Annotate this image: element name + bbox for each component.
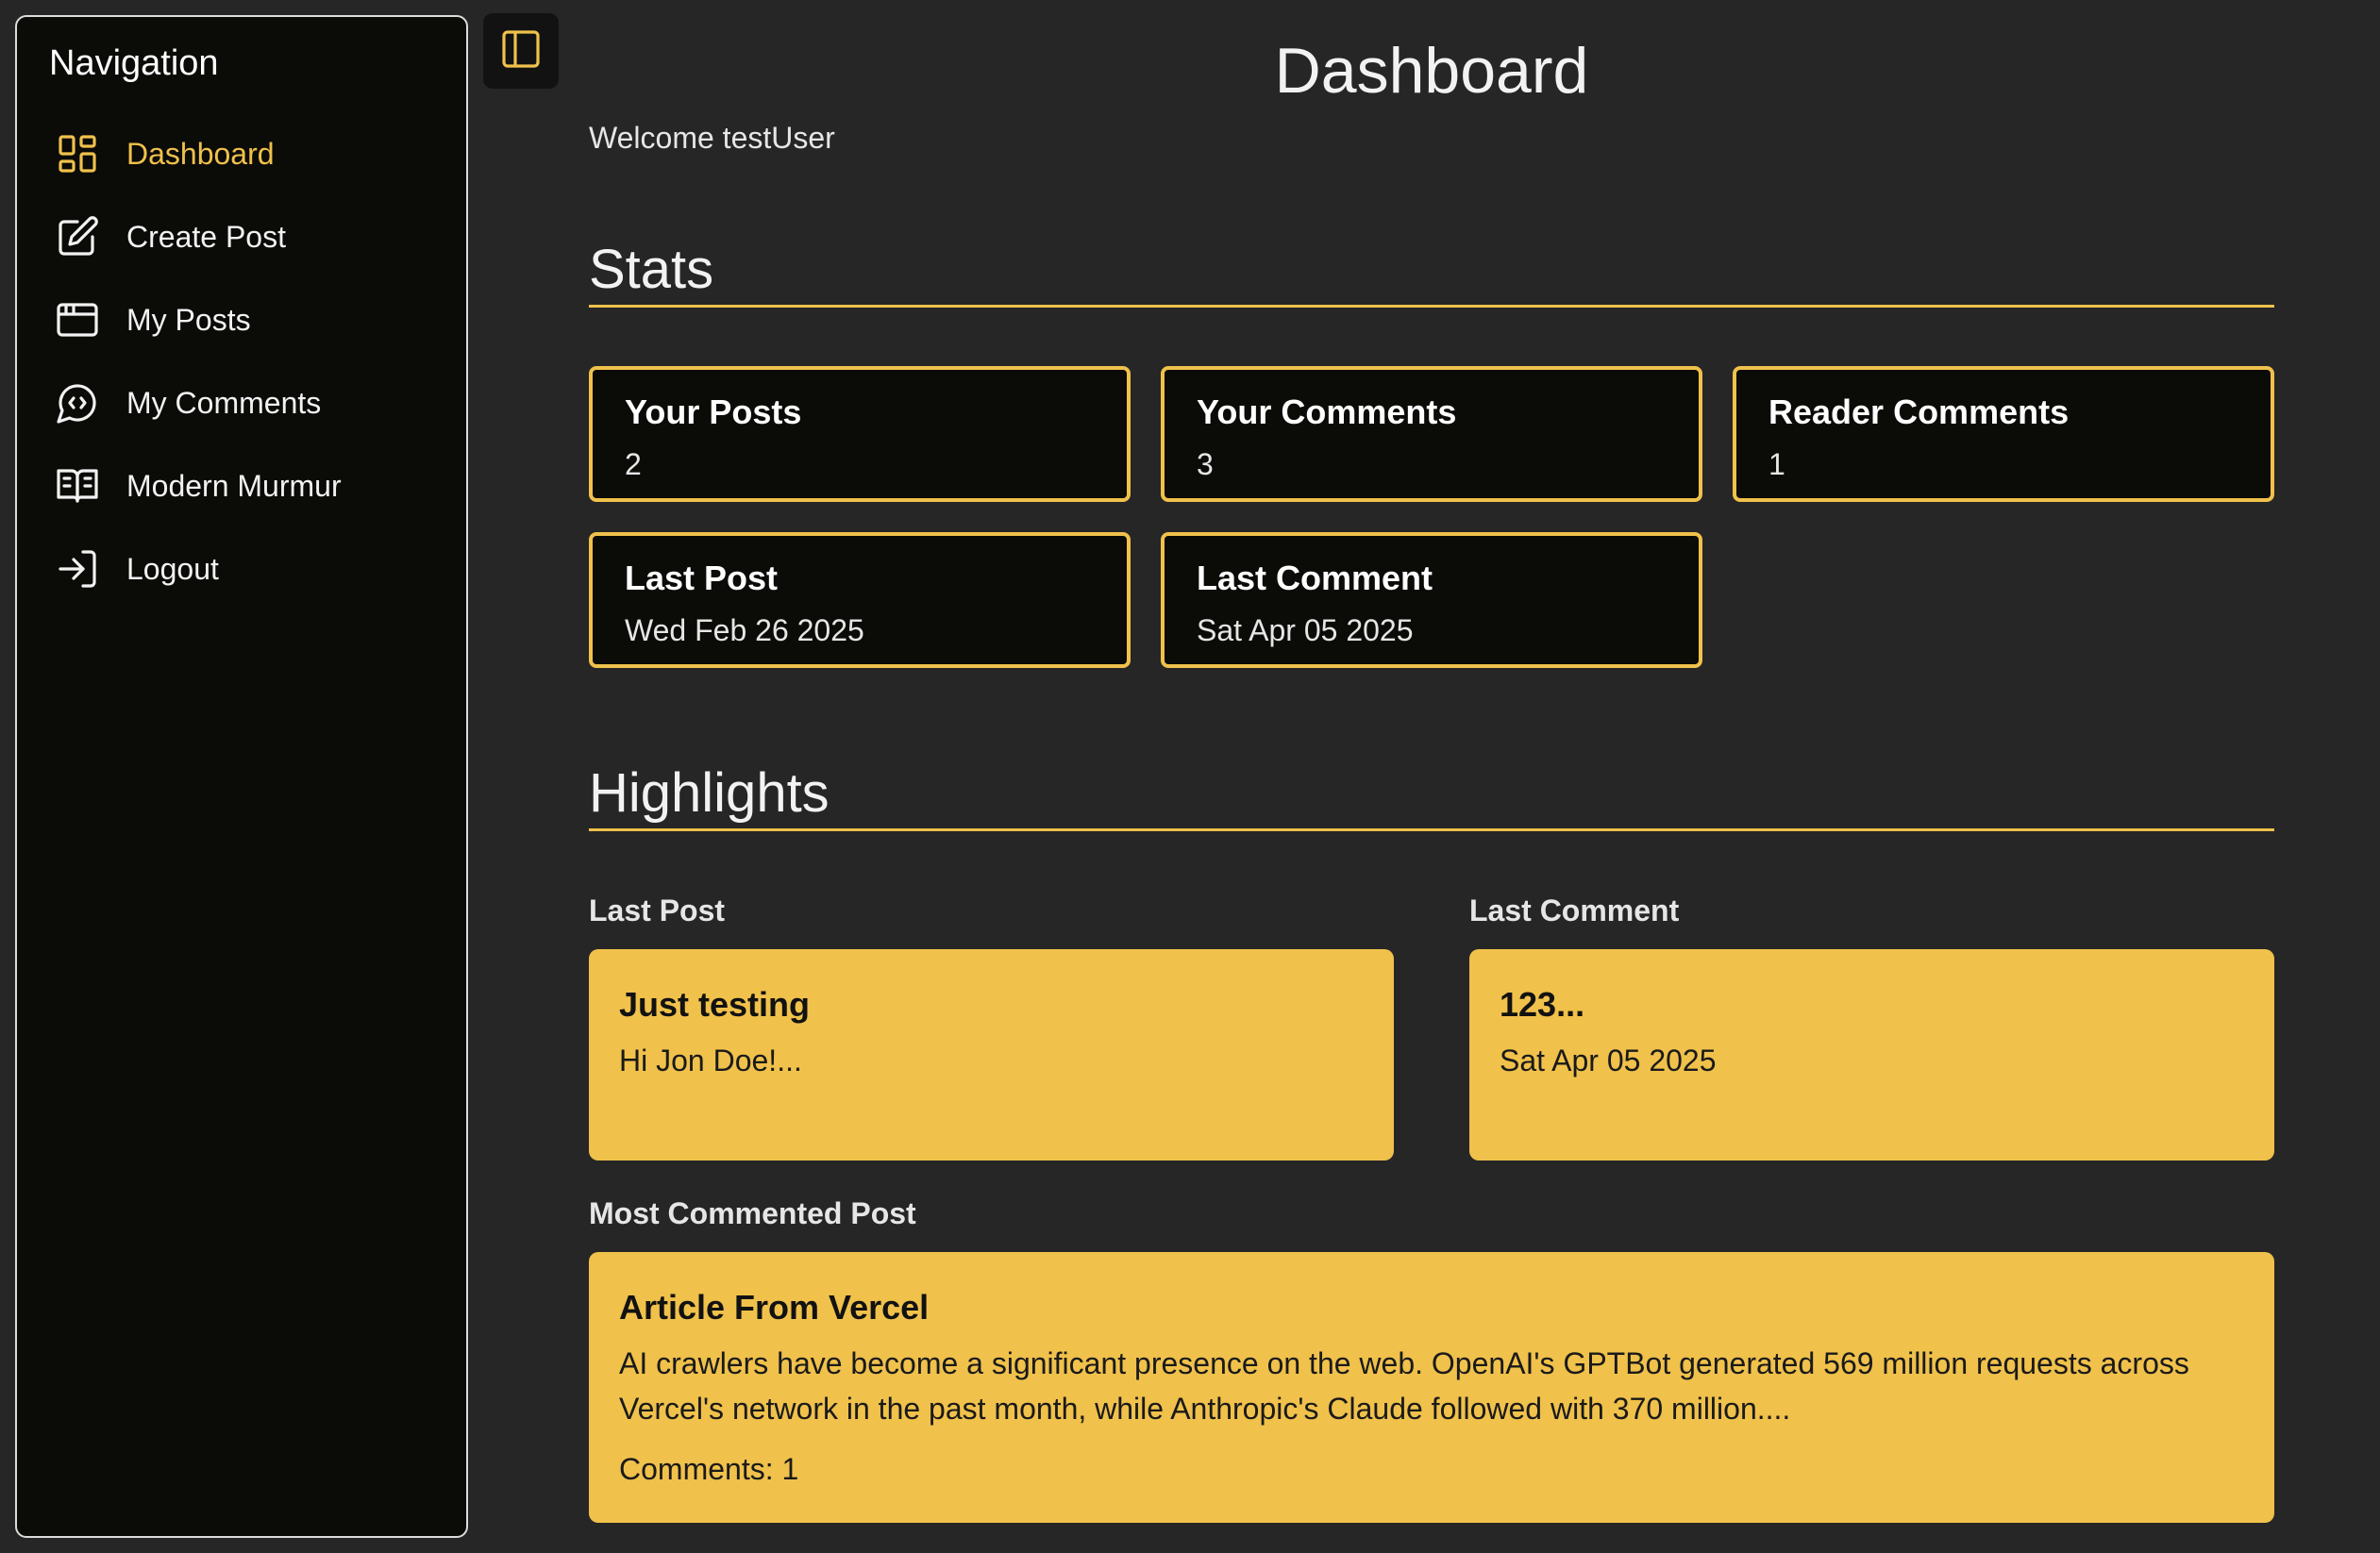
highlight-label: Last Comment	[1469, 893, 1680, 927]
sidebar-item-logout[interactable]: Logout	[17, 527, 466, 610]
sidebar-item-dashboard[interactable]: Dashboard	[17, 112, 466, 195]
highlights-row: Last Post Just testing Hi Jon Doe!... La…	[589, 893, 2274, 1161]
window-icon	[55, 297, 100, 342]
edit-icon	[55, 214, 100, 259]
highlight-label: Last Post	[589, 893, 726, 927]
stat-card-your-posts: Your Posts 2	[589, 366, 1131, 502]
stat-card-your-comments: Your Comments 3	[1161, 366, 1702, 502]
stats-grid: Your Posts 2 Your Comments 3 Reader Comm…	[589, 366, 2274, 668]
stat-value: 1	[1768, 447, 1785, 481]
logout-icon	[55, 546, 100, 592]
card-text: AI crawlers have become a significant pr…	[619, 1346, 2189, 1426]
sidebar-item-label: Modern Murmur	[126, 468, 342, 503]
stat-label: Last Post	[625, 559, 779, 597]
highlight-last-comment: Last Comment 123... Sat Apr 05 2025	[1469, 893, 2274, 1161]
sidebar-item-my-posts[interactable]: My Posts	[17, 278, 466, 361]
last-post-card[interactable]: Just testing Hi Jon Doe!...	[589, 949, 1394, 1161]
sidebar-toggle-button[interactable]	[483, 13, 559, 89]
book-icon	[55, 463, 100, 509]
highlights-heading: Highlights	[589, 762, 2274, 831]
highlight-most-commented: Most Commented Post Article From Vercel …	[589, 1196, 2274, 1523]
stat-value: 3	[1197, 447, 1214, 481]
last-comment-card[interactable]: 123... Sat Apr 05 2025	[1469, 949, 2274, 1161]
sidebar-item-create-post[interactable]: Create Post	[17, 195, 466, 278]
sidebar: Navigation Dashboard Create Post My Post…	[15, 15, 468, 1538]
stat-value: 2	[625, 447, 642, 481]
page-title: Dashboard	[1274, 35, 1589, 107]
sidebar-item-label: My Posts	[126, 302, 251, 337]
comments-count: Comments: 1	[619, 1452, 799, 1486]
sidebar-item-label: Logout	[126, 551, 219, 586]
stat-label: Your Posts	[625, 392, 802, 431]
stat-label: Reader Comments	[1768, 392, 2070, 431]
sidebar-item-label: Dashboard	[126, 136, 275, 171]
stat-card-last-comment: Last Comment Sat Apr 05 2025	[1161, 532, 1702, 668]
card-text: Hi Jon Doe!...	[619, 1044, 802, 1077]
sidebar-item-modern-murmur[interactable]: Modern Murmur	[17, 444, 466, 527]
dashboard-icon	[55, 131, 100, 176]
highlight-last-post: Last Post Just testing Hi Jon Doe!...	[589, 893, 1394, 1161]
comment-icon	[55, 380, 100, 426]
most-commented-card[interactable]: Article From Vercel AI crawlers have bec…	[589, 1252, 2274, 1523]
sidebar-title: Navigation	[49, 43, 219, 83]
stat-card-reader-comments: Reader Comments 1	[1733, 366, 2274, 502]
stat-value: Wed Feb 26 2025	[625, 613, 864, 647]
card-text: Sat Apr 05 2025	[1500, 1044, 1717, 1077]
welcome-message: Welcome testUser	[589, 121, 835, 155]
card-title: Article From Vercel	[619, 1288, 930, 1327]
sidebar-toggle-icon	[498, 26, 544, 76]
stats-heading: Stats	[589, 239, 2274, 308]
sidebar-item-label: Create Post	[126, 219, 286, 254]
sidebar-item-my-comments[interactable]: My Comments	[17, 361, 466, 444]
stat-value: Sat Apr 05 2025	[1197, 613, 1414, 647]
main-content: Dashboard Welcome testUser Stats Your Po…	[589, 0, 2274, 1523]
sidebar-item-label: My Comments	[126, 385, 322, 420]
stat-label: Last Comment	[1197, 559, 1433, 597]
card-title: Just testing	[619, 985, 811, 1024]
highlight-label: Most Commented Post	[589, 1196, 916, 1230]
stat-card-last-post: Last Post Wed Feb 26 2025	[589, 532, 1131, 668]
stat-label: Your Comments	[1197, 392, 1457, 431]
card-title: 123...	[1500, 985, 1585, 1024]
